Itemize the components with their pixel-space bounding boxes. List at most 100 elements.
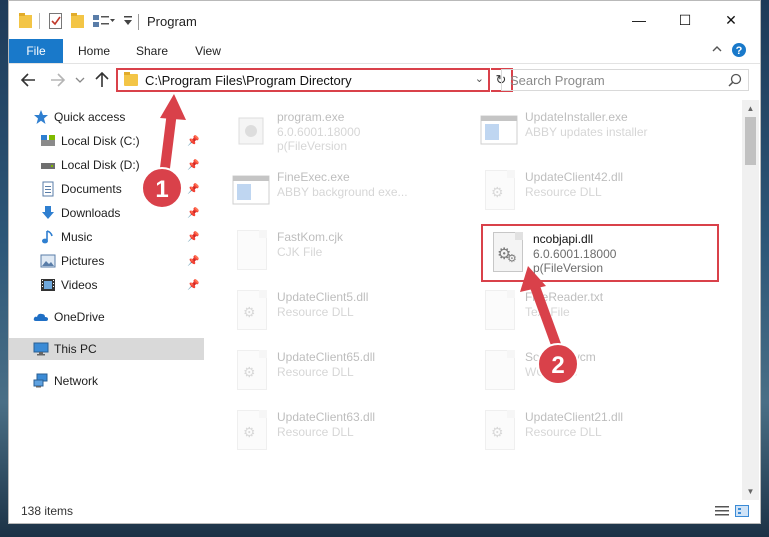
file-item-fineexec-exe[interactable]: FineExec.exe ABBY background exe...: [231, 164, 466, 218]
scroll-down-icon[interactable]: ▼: [742, 483, 759, 500]
navigation-pane: Quick access Local Disk (C:) 📌 Local Dis…: [9, 100, 204, 500]
sidebar-item-onedrive[interactable]: OneDrive: [9, 306, 204, 328]
expand-ribbon-icon[interactable]: [711, 43, 723, 58]
explorer-window: Program — ☐ ✕ File Home Share View ? C:\…: [8, 0, 761, 524]
item-count: 138 items: [21, 504, 74, 518]
scroll-up-icon[interactable]: ▲: [742, 100, 759, 117]
help-icon[interactable]: ?: [731, 42, 747, 61]
search-icon[interactable]: [728, 73, 742, 90]
back-icon[interactable]: [19, 71, 37, 89]
file-detail: p(FileVersion: [277, 139, 348, 153]
address-bar[interactable]: C:\Program Files\Program Directory ⌄: [116, 68, 490, 92]
music-icon: [40, 229, 56, 245]
sidebar-item-label: Quick access: [54, 110, 126, 124]
drive-icon: [40, 157, 56, 173]
file-detail: ABBY background exe...: [277, 185, 408, 199]
customize-toolbar-icon[interactable]: [123, 15, 133, 30]
sidebar-item-local-disk-c[interactable]: Local Disk (C:) 📌: [9, 130, 204, 152]
dll-icon: ⚙: [479, 168, 519, 214]
sidebar-item-label: Local Disk (C:): [61, 134, 140, 148]
drive-icon: [40, 133, 56, 149]
search-placeholder: Search Program: [510, 73, 605, 88]
ribbon-tabs: File Home Share View ?: [9, 39, 760, 64]
file-name: UpdateClient63.dll: [277, 410, 376, 424]
title-separator: [138, 14, 139, 30]
search-input[interactable]: Search Program: [501, 69, 749, 91]
sidebar-item-this-pc[interactable]: This PC: [9, 338, 204, 360]
file-detail: Resource DLL: [277, 365, 354, 379]
sidebar-item-music[interactable]: Music 📌: [9, 226, 204, 248]
tab-share[interactable]: Share: [129, 39, 175, 63]
divider: [39, 13, 40, 29]
sidebar-item-local-disk-d[interactable]: Local Disk (D:) 📌: [9, 154, 204, 176]
close-button[interactable]: ✕: [709, 6, 753, 34]
file-detail: Resource DLL: [525, 425, 602, 439]
file-item-updateinstaller-exe[interactable]: UpdateInstaller.exe ABBY updates install…: [479, 104, 714, 158]
sidebar-item-quick-access[interactable]: Quick access: [9, 106, 204, 128]
file-item-program-exe[interactable]: program.exe 6.0.6001.18000 p(FileVersion: [231, 104, 466, 158]
sidebar-item-network[interactable]: Network: [9, 370, 204, 392]
download-icon: [40, 205, 56, 221]
sidebar-item-documents[interactable]: Documents 📌: [9, 178, 204, 200]
file-name: SoftP14.wcm: [525, 350, 596, 364]
scrollbar-thumb[interactable]: [745, 117, 756, 165]
sidebar-item-downloads[interactable]: Downloads 📌: [9, 202, 204, 224]
maximize-button[interactable]: ☐: [663, 6, 707, 34]
sidebar-item-label: Local Disk (D:): [61, 158, 140, 172]
recent-locations-icon[interactable]: [71, 71, 89, 89]
address-path: C:\Program Files\Program Directory: [145, 73, 352, 88]
file-name: FineReader.txt: [525, 290, 604, 304]
address-dropdown-icon[interactable]: ⌄: [475, 72, 484, 85]
blank-file-icon: [479, 288, 519, 334]
svg-text:?: ?: [736, 45, 743, 57]
pin-icon: 📌: [187, 255, 200, 267]
view-options-icon[interactable]: [93, 13, 115, 32]
tiles-view-icon[interactable]: [735, 505, 749, 517]
file-item-updateclient42-dll[interactable]: ⚙ UpdateClient42.dll Resource DLL: [479, 164, 714, 218]
window-title: Program: [147, 14, 197, 29]
exe-window-icon: [231, 168, 271, 214]
new-folder-icon[interactable]: [71, 13, 85, 32]
file-item-finereader-txt[interactable]: FineReader.txt Text File: [479, 284, 714, 338]
forward-icon[interactable]: [49, 71, 67, 89]
file-item-updateclient63-dll[interactable]: ⚙ UpdateClient63.dll Resource DLL: [231, 404, 466, 458]
file-item-updateclient5-dll[interactable]: ⚙ UpdateClient5.dll Resource DLL: [231, 284, 466, 338]
sidebar-item-label: Pictures: [61, 254, 105, 268]
pin-icon: 📌: [187, 135, 200, 147]
file-detail: WCM File: [525, 365, 578, 379]
status-bar: 138 items: [9, 500, 760, 523]
network-icon: [33, 373, 49, 389]
tab-view[interactable]: View: [185, 39, 231, 63]
star-icon: [33, 109, 49, 125]
pin-icon: 📌: [187, 279, 200, 291]
pin-icon: 📌: [187, 207, 200, 219]
sidebar-item-videos[interactable]: Videos 📌: [9, 274, 204, 296]
details-view-icon[interactable]: [715, 505, 729, 517]
folder-icon: [124, 72, 138, 86]
vertical-scrollbar[interactable]: ▲ ▼: [742, 100, 759, 500]
sidebar-item-label: Downloads: [61, 206, 121, 220]
minimize-button[interactable]: —: [617, 6, 661, 34]
file-detail: Resource DLL: [525, 185, 602, 199]
pin-icon: 📌: [187, 231, 200, 243]
file-detail: Resource DLL: [277, 305, 354, 319]
tab-home[interactable]: Home: [71, 39, 117, 63]
file-name: UpdateClient42.dll: [525, 170, 624, 184]
file-name: UpdateClient21.dll: [525, 410, 624, 424]
file-item-softp14-wcm[interactable]: SoftP14.wcm WCM File: [479, 344, 714, 398]
file-item-updateclient21-dll[interactable]: ⚙ UpdateClient21.dll Resource DLL: [479, 404, 714, 458]
file-item-updateclient65-dll[interactable]: ⚙ UpdateClient65.dll Resource DLL: [231, 344, 466, 398]
file-detail: CJK File: [277, 245, 323, 259]
properties-icon[interactable]: [49, 13, 63, 32]
file-item-fastkom-cjk[interactable]: FastKom.cjk CJK File: [231, 224, 466, 278]
folder-icon[interactable]: [19, 13, 33, 32]
file-detail: ABBY updates installer: [525, 125, 648, 139]
file-detail: Resource DLL: [277, 425, 354, 439]
sidebar-item-label: OneDrive: [54, 310, 105, 324]
tab-file[interactable]: File: [9, 39, 63, 63]
file-name: FineExec.exe: [277, 170, 350, 184]
file-name: program.exe: [277, 110, 345, 124]
up-icon[interactable]: [93, 71, 111, 89]
blank-file-icon: [479, 348, 519, 394]
sidebar-item-pictures[interactable]: Pictures 📌: [9, 250, 204, 272]
